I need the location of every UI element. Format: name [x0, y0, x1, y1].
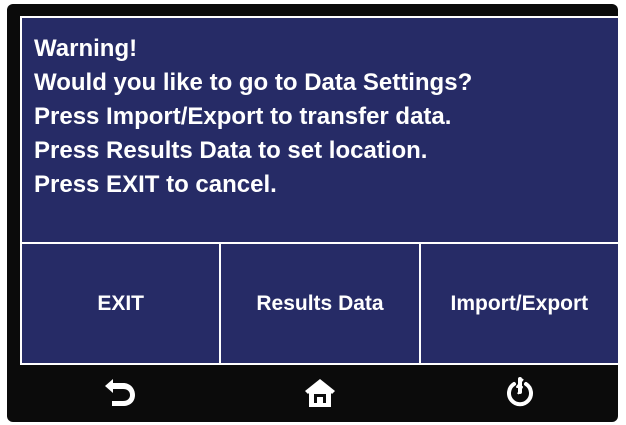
warning-line: Press EXIT to cancel. [34, 171, 277, 198]
import-export-button[interactable]: Import/Export [421, 244, 618, 363]
device-screen: Warning! Would you like to go to Data Se… [7, 4, 620, 422]
power-icon [507, 377, 533, 407]
warning-line: Would you like to go to Data Settings? [34, 69, 473, 96]
warning-line: Press Import/Export to transfer data. [34, 103, 452, 130]
warning-dialog: Warning! Would you like to go to Data Se… [20, 16, 620, 365]
home-button[interactable] [220, 368, 420, 418]
warning-message: Warning! Would you like to go to Data Se… [34, 32, 614, 202]
warning-title: Warning! [34, 35, 138, 62]
back-icon [105, 379, 135, 406]
results-data-button[interactable]: Results Data [221, 244, 421, 363]
bottom-navbar [20, 368, 620, 418]
exit-button[interactable]: EXIT [22, 244, 222, 363]
power-button[interactable] [420, 368, 620, 418]
home-icon [305, 379, 335, 407]
dialog-button-row: EXIT Results Data Import/Export [22, 242, 618, 363]
back-button[interactable] [20, 368, 220, 418]
warning-line: Press Results Data to set location. [34, 137, 428, 164]
